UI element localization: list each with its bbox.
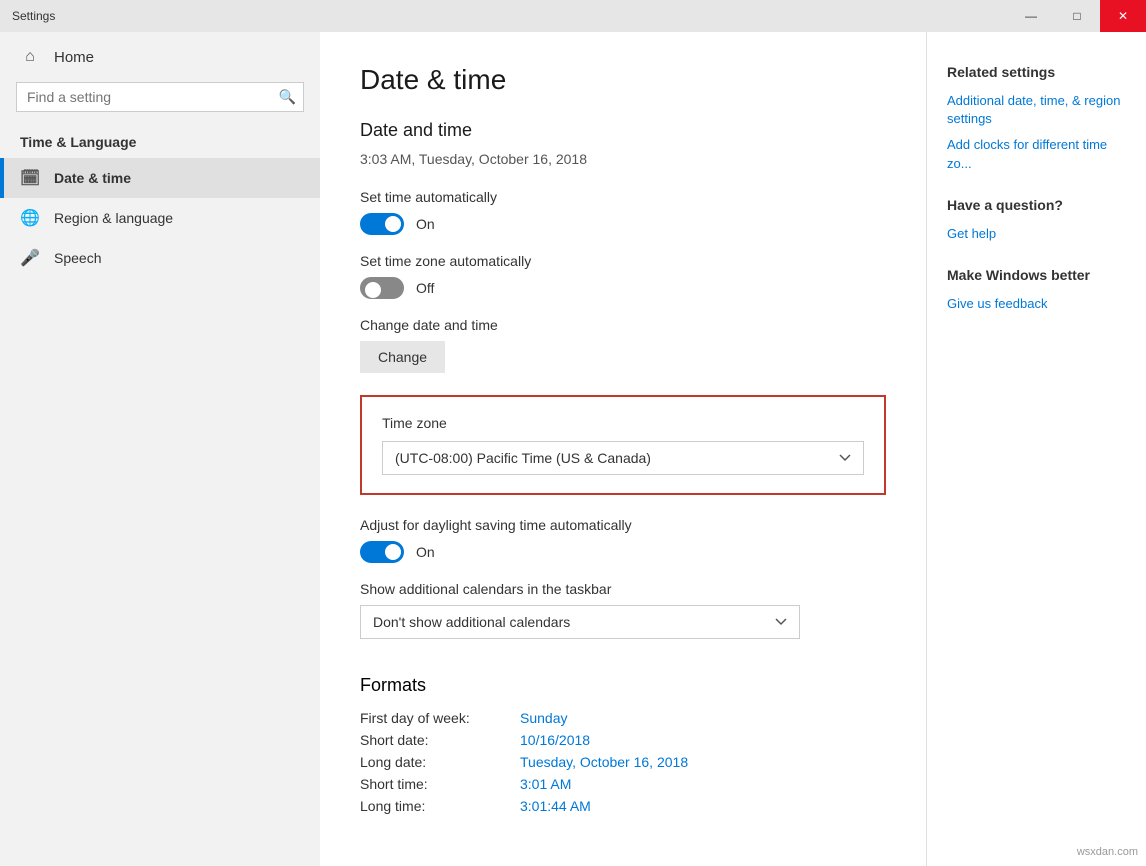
sidebar-search-container: 🔍 [16,82,304,112]
format-key-1: Short date: [360,732,520,748]
set-time-auto-label: Set time automatically [360,189,886,205]
region-icon: 🌐 [20,208,40,228]
timezone-label: Time zone [382,415,864,431]
minimize-button[interactable]: — [1008,0,1054,32]
speech-icon: 🎤 [20,248,40,268]
set-timezone-auto-knob [365,282,381,298]
format-row-4: Long time: 3:01:44 AM [360,798,886,814]
formats-title: Formats [360,675,886,696]
set-time-auto-knob [385,216,401,232]
format-val-1: 10/16/2018 [520,732,590,748]
additional-settings-link[interactable]: Additional date, time, & region settings [947,92,1126,128]
sidebar-item-home[interactable]: ⌂ Home [0,40,320,74]
home-icon: ⌂ [20,48,40,66]
daylight-toggle[interactable] [360,541,404,563]
format-val-0: Sunday [520,710,567,726]
format-val-3: 3:01 AM [520,776,571,792]
set-timezone-auto-state: Off [416,280,434,296]
make-better-section: Make Windows better Give us feedback [947,267,1126,313]
titlebar-title: Settings [12,9,55,23]
date-time-icon: 🗓 [20,168,40,188]
format-row-1: Short date: 10/16/2018 [360,732,886,748]
main-content: Date & time Date and time 3:03 AM, Tuesd… [320,32,926,866]
titlebar: Settings — □ ✕ [0,0,1146,32]
format-key-0: First day of week: [360,710,520,726]
page-title: Date & time [360,64,886,96]
sidebar-item-label-region: Region & language [54,210,173,226]
daylight-label: Adjust for daylight saving time automati… [360,517,886,533]
sidebar-item-region[interactable]: 🌐 Region & language [0,198,320,238]
close-button[interactable]: ✕ [1100,0,1146,32]
set-time-auto-state: On [416,216,435,232]
daylight-state: On [416,544,435,560]
additional-cal-dropdown[interactable]: Don't show additional calendars [360,605,800,639]
watermark: wsxdan.com [1077,846,1138,858]
feedback-link[interactable]: Give us feedback [947,295,1126,313]
get-help-link[interactable]: Get help [947,225,1126,243]
right-panel: Related settings Additional date, time, … [926,32,1146,866]
set-time-auto-toggle[interactable] [360,213,404,235]
set-timezone-auto-toggle[interactable] [360,277,404,299]
sidebar-item-label-speech: Speech [54,250,101,266]
additional-cal-label: Show additional calendars in the taskbar [360,581,886,597]
section-title: Date and time [360,120,886,141]
app-container: ⌂ Home 🔍 Time & Language 🗓 Date & time 🌐… [0,32,1146,866]
change-button[interactable]: Change [360,341,445,373]
set-time-auto-row: On [360,213,886,235]
add-clocks-link[interactable]: Add clocks for different time zo... [947,136,1126,172]
timezone-dropdown[interactable]: (UTC-08:00) Pacific Time (US & Canada) [382,441,864,475]
make-better-title: Make Windows better [947,267,1126,283]
format-key-4: Long time: [360,798,520,814]
format-rows: First day of week: Sunday Short date: 10… [360,710,886,814]
sidebar-item-label-date-time: Date & time [54,170,131,186]
current-time: 3:03 AM, Tuesday, October 16, 2018 [360,151,886,167]
format-key-3: Short time: [360,776,520,792]
timezone-box: Time zone (UTC-08:00) Pacific Time (US &… [360,395,886,495]
sidebar-section-title: Time & Language [0,120,320,158]
sidebar: ⌂ Home 🔍 Time & Language 🗓 Date & time 🌐… [0,32,320,866]
search-input[interactable] [16,82,304,112]
format-row-3: Short time: 3:01 AM [360,776,886,792]
format-row-2: Long date: Tuesday, October 16, 2018 [360,754,886,770]
daylight-row: On [360,541,886,563]
format-key-2: Long date: [360,754,520,770]
format-val-2: Tuesday, October 16, 2018 [520,754,688,770]
daylight-knob [385,544,401,560]
set-timezone-auto-label: Set time zone automatically [360,253,886,269]
format-row-0: First day of week: Sunday [360,710,886,726]
format-val-4: 3:01:44 AM [520,798,591,814]
related-settings-title: Related settings [947,64,1126,80]
sidebar-item-date-time[interactable]: 🗓 Date & time [0,158,320,198]
maximize-button[interactable]: □ [1054,0,1100,32]
question-section: Have a question? Get help [947,197,1126,243]
sidebar-item-speech[interactable]: 🎤 Speech [0,238,320,278]
titlebar-controls: — □ ✕ [1008,0,1146,32]
search-icon: 🔍 [279,89,296,106]
change-date-label: Change date and time [360,317,886,333]
sidebar-home-label: Home [54,49,94,66]
question-title: Have a question? [947,197,1126,213]
set-timezone-auto-row: Off [360,277,886,299]
